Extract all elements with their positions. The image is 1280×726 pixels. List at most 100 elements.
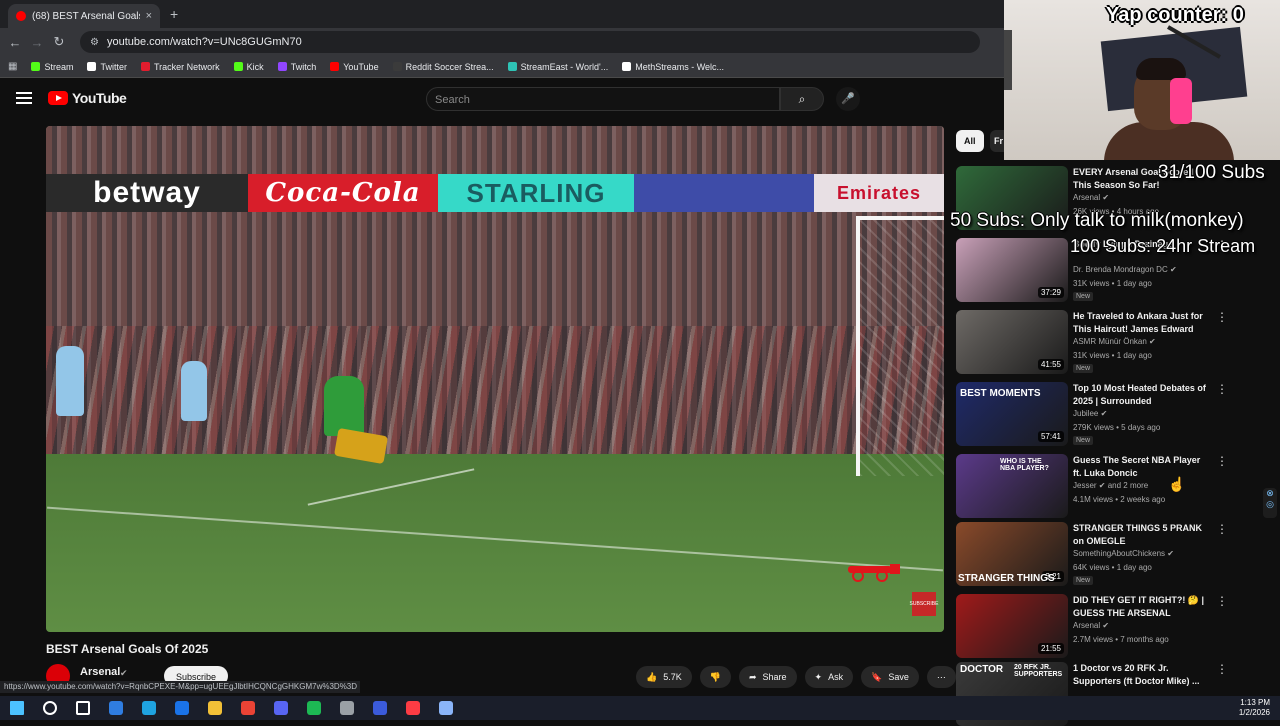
bookmark-favicon-icon xyxy=(140,62,150,71)
taskbar-app-green-icon[interactable] xyxy=(297,696,330,720)
save-button[interactable]: 🔖 Save xyxy=(861,666,919,688)
more-vertical-icon[interactable]: ⋮ xyxy=(1216,454,1228,468)
youtube-logo[interactable]: YouTube xyxy=(48,90,127,106)
youtube-logo-text: YouTube xyxy=(72,90,127,106)
bookmark-favicon-icon xyxy=(233,62,243,71)
streamer-hair xyxy=(1136,58,1186,80)
recommendation-title[interactable]: Guess The Secret NBA Player ft. Luka Don… xyxy=(1073,454,1211,480)
channel-name[interactable]: Arsenal xyxy=(80,666,120,678)
share-button[interactable]: ➦ Share xyxy=(738,666,797,688)
more-vertical-icon[interactable]: ⋮ xyxy=(1216,522,1228,536)
recommendation-channel[interactable]: Dr. Brenda Mondragon DC ✔ xyxy=(1073,265,1177,274)
recommendation-channel[interactable]: Jesser ✔ and 2 more xyxy=(1073,481,1148,490)
recommendation-title[interactable]: 1 Doctor vs 20 RFK Jr. Supporters (ft Do… xyxy=(1073,662,1211,688)
like-count: 5.7K xyxy=(663,672,682,682)
tab-close-icon[interactable]: × xyxy=(146,10,152,22)
system-clock[interactable]: 1:13 PM 1/2/2026 xyxy=(1239,698,1270,718)
video-thumbnail[interactable]: 37:29 xyxy=(956,238,1068,302)
more-vertical-icon[interactable]: ⋮ xyxy=(1216,594,1228,608)
bookmark-item[interactable]: StreamEast - World'... xyxy=(507,62,608,72)
recommendation-card[interactable]: 57:41 BEST MOMENTS Top 10 Most Heated Deba… xyxy=(956,382,1256,446)
address-bar-row: ← → ↻ ⚙ youtube.com/watch?v=UNc8GUGmN70 xyxy=(0,28,1004,56)
url-omnibox[interactable]: ⚙ youtube.com/watch?v=UNc8GUGmN70 xyxy=(80,31,980,53)
taskbar-edge-icon[interactable] xyxy=(132,696,165,720)
chip-all[interactable]: All xyxy=(956,130,984,152)
video-thumbnail[interactable]: WHO IS THE NBA PLAYER? xyxy=(956,454,1068,518)
recommendation-channel[interactable]: ASMR Münür Önkan ✔ xyxy=(1073,337,1156,346)
bookmark-favicon-icon xyxy=(622,62,632,71)
subscribe-watermark-button[interactable]: SUBSCRIBE xyxy=(910,592,938,616)
recommendation-card[interactable]: WHO IS THE NBA PLAYER? Guess The Secret N… xyxy=(956,454,1256,518)
video-thumbnail[interactable]: 21:55 xyxy=(956,594,1068,658)
bookmark-item[interactable]: Twitch xyxy=(277,62,316,72)
goal-net xyxy=(856,216,944,476)
browser-tab-bar: (68) BEST Arsenal Goals Of 2025 × + xyxy=(0,0,1004,28)
bookmark-item[interactable]: YouTube xyxy=(330,62,379,72)
taskbar-task-view-icon[interactable] xyxy=(66,696,99,720)
video-thumbnail[interactable]: 57:41 BEST MOMENTS xyxy=(956,382,1068,446)
recommendation-card[interactable]: 21:55 DID THEY GET IT RIGHT?! 🤔 | GUESS T… xyxy=(956,594,1256,658)
bookmark-favicon-icon xyxy=(87,62,97,71)
more-vertical-icon[interactable]: ⋮ xyxy=(1216,662,1228,676)
bookmark-item[interactable]: Kick xyxy=(233,61,264,72)
bookmark-item[interactable]: Tracker Network xyxy=(140,62,220,72)
video-thumbnail[interactable]: 3:21 STRANGER THINGS xyxy=(956,522,1068,586)
video-thumbnail[interactable]: 41:55 xyxy=(956,310,1068,374)
more-actions-button[interactable]: ⋯ xyxy=(926,666,956,688)
taskbar-chrome-icon[interactable] xyxy=(231,696,264,720)
bookmark-item[interactable]: Twitter xyxy=(87,62,127,72)
taskbar-windows-icon[interactable] xyxy=(0,696,33,720)
taskbar-store-icon[interactable] xyxy=(99,696,132,720)
browser-tab-active[interactable]: (68) BEST Arsenal Goals Of 2025 × xyxy=(8,4,160,28)
arsenal-cannon-icon xyxy=(848,564,900,582)
dislike-button[interactable]: 👎 xyxy=(699,666,731,688)
recommendation-channel[interactable]: SomethingAboutChickens ✔ xyxy=(1073,549,1174,558)
board-betway: betway xyxy=(46,174,248,212)
video-player[interactable]: betway Coca-Cola STARLING Emirates SUBSC… xyxy=(46,126,944,632)
player-figure xyxy=(56,346,84,416)
taskbar-explorer-icon[interactable] xyxy=(198,696,231,720)
recommendation-title[interactable]: He Traveled to Ankara Just for This Hair… xyxy=(1073,310,1211,336)
share-label: Share xyxy=(762,672,787,682)
recommendation-channel[interactable]: Arsenal ✔ xyxy=(1073,193,1109,202)
ask-button[interactable]: ✦ Ask xyxy=(804,666,854,688)
like-button[interactable]: 👍 5.7K xyxy=(636,666,692,688)
taskbar-steam-icon[interactable] xyxy=(330,696,363,720)
recommendation-meta: 4.1M views • 2 weeks ago xyxy=(1073,495,1166,504)
taskbar-search-icon[interactable] xyxy=(33,696,66,720)
video-title: BEST Arsenal Goals Of 2025 xyxy=(46,642,209,656)
apps-grid-icon[interactable]: ▦ xyxy=(8,61,17,72)
back-button[interactable]: ← xyxy=(4,35,26,50)
recommendation-title[interactable]: DID THEY GET IT RIGHT?! 🤔 | GUESS THE AR… xyxy=(1073,594,1211,620)
new-tab-button[interactable]: + xyxy=(170,6,178,22)
search-button[interactable]: ⌕ xyxy=(780,87,824,111)
recommendation-channel[interactable]: Arsenal ✔ xyxy=(1073,621,1109,630)
bookmark-label: Stream xyxy=(44,61,74,72)
recommendation-card[interactable]: 3:21 STRANGER THINGS STRANGER THINGS 5 PRA… xyxy=(956,522,1256,586)
recommendation-channel[interactable]: Jubilee ✔ xyxy=(1073,409,1107,418)
menu-hamburger-icon[interactable] xyxy=(16,92,32,104)
taskbar-mail-icon[interactable] xyxy=(165,696,198,720)
taskbar-app-blue-icon[interactable] xyxy=(363,696,396,720)
voice-search-button[interactable]: 🎤 xyxy=(836,87,860,111)
bookmark-item[interactable]: Reddit Soccer Strea... xyxy=(392,62,494,72)
search-input[interactable]: Search xyxy=(426,87,780,111)
taskbar-app-light-icon[interactable] xyxy=(429,696,462,720)
site-info-icon[interactable]: ⚙ xyxy=(90,37,99,48)
bookmark-item[interactable]: Stream xyxy=(31,62,73,72)
recommendation-title[interactable]: Top 10 Most Heated Debates of 2025 | Sur… xyxy=(1073,382,1211,408)
recommendation-card[interactable]: 41:55 He Traveled to Ankara Just for This… xyxy=(956,310,1256,374)
video-duration: 57:41 xyxy=(1037,431,1064,442)
side-panel-toggle[interactable]: ⊗ ◎ xyxy=(1263,488,1277,518)
subs-goal-50: 50 Subs: Only talk to milk(monkey) xyxy=(950,210,1244,231)
taskbar-discord-icon[interactable] xyxy=(264,696,297,720)
forward-button[interactable]: → xyxy=(26,35,48,50)
reload-button[interactable]: ↻ xyxy=(48,34,70,50)
bookmark-item[interactable]: MethStreams - Welc... xyxy=(622,62,724,72)
more-vertical-icon[interactable]: ⋮ xyxy=(1216,382,1228,396)
more-vertical-icon[interactable]: ⋮ xyxy=(1216,310,1228,324)
bookmark-label: Kick xyxy=(246,61,264,72)
recommendation-title[interactable]: STRANGER THINGS 5 PRANK on OMEGLE xyxy=(1073,522,1211,548)
subs-goal-counter: 31/100 Subs xyxy=(1158,162,1265,183)
taskbar-music-icon[interactable] xyxy=(396,696,429,720)
